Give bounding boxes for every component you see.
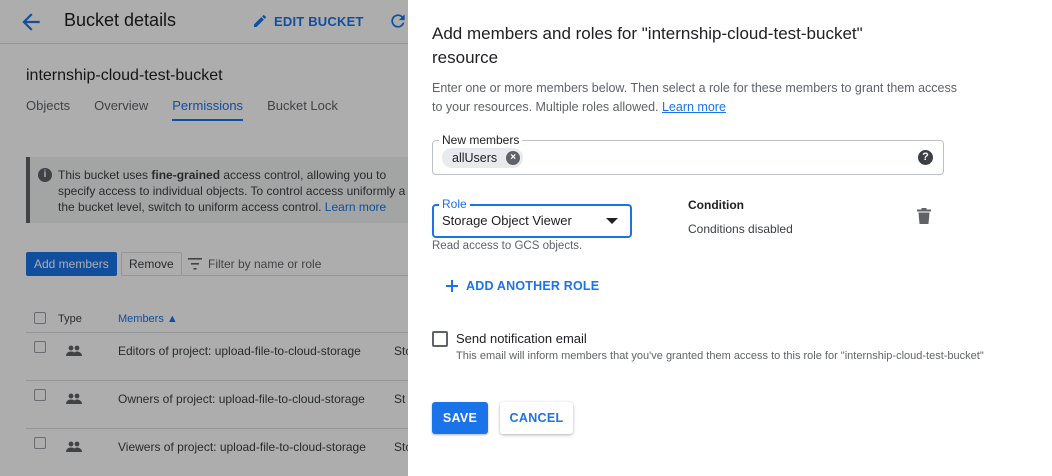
send-notification-label[interactable]: Send notification email bbox=[456, 331, 587, 346]
save-button[interactable]: SAVE bbox=[432, 402, 488, 434]
role-select[interactable]: Role Storage Object Viewer bbox=[432, 197, 632, 238]
panel-description: Enter one or more members below. Then se… bbox=[432, 81, 958, 114]
add-members-panel: Add members and roles for "internship-cl… bbox=[408, 0, 1052, 476]
condition-heading: Condition bbox=[688, 198, 744, 212]
plus-icon bbox=[446, 280, 458, 292]
send-notification-checkbox[interactable] bbox=[432, 331, 448, 347]
new-members-label: New members bbox=[439, 133, 523, 147]
send-notification-hint: This email will inform members that you'… bbox=[456, 350, 984, 362]
role-value: Storage Object Viewer bbox=[442, 213, 572, 228]
modal-scrim[interactable] bbox=[0, 0, 408, 476]
role-description: Read access to GCS objects. bbox=[432, 240, 583, 252]
add-another-role-label: ADD ANOTHER ROLE bbox=[466, 279, 600, 293]
cancel-button[interactable]: CANCEL bbox=[500, 402, 573, 434]
learn-more-link[interactable]: Learn more bbox=[662, 100, 726, 114]
member-chip-label: allUsers bbox=[452, 151, 498, 165]
close-icon[interactable]: × bbox=[506, 151, 521, 165]
condition-value: Conditions disabled bbox=[688, 222, 793, 236]
dropdown-arrow-icon bbox=[606, 218, 618, 224]
new-members-input[interactable]: New members allUsers × ? bbox=[432, 133, 944, 175]
member-chip: allUsers × bbox=[442, 148, 524, 168]
trash-icon[interactable] bbox=[917, 208, 931, 224]
add-another-role-button[interactable]: ADD ANOTHER ROLE bbox=[446, 279, 599, 293]
panel-title: Add members and roles for "internship-cl… bbox=[432, 24, 863, 67]
help-icon[interactable]: ? bbox=[918, 150, 933, 165]
role-label: Role bbox=[439, 197, 470, 211]
